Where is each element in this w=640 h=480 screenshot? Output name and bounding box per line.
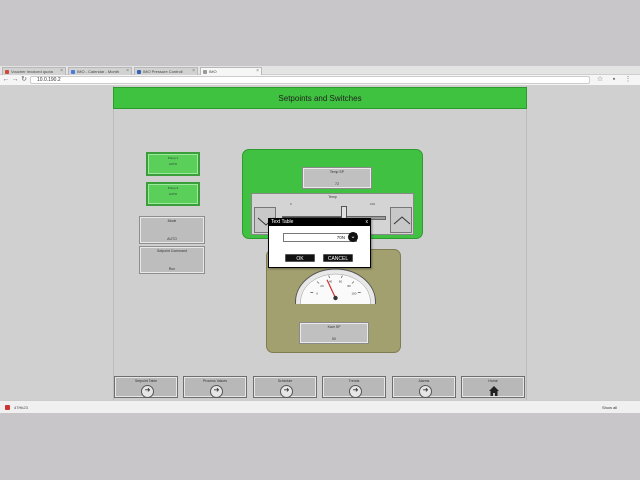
dialog-title: Text Table [269,219,370,226]
button-value: AUTO [167,237,177,241]
temp-sp-field[interactable]: Temp SP 72 [302,167,372,189]
tab-label: IMO - Calendar - Month [77,69,120,74]
arrow-icon: ➜ [349,385,362,398]
nav-label: Trends [348,379,360,383]
nav-setpoint-table-button[interactable]: Setpoint Table ➜ [114,376,178,398]
slider-max-label: 100 [370,202,376,206]
pump-1-toggle[interactable]: Pump 1 AUTO [146,152,200,176]
url-input[interactable]: 10.0.190.2 [30,76,590,84]
tab-favicon-icon [137,70,141,74]
toggle-label: Pump 2 [167,186,179,190]
tab-favicon-icon [71,70,75,74]
gauge-tick-label: 100 [351,292,356,296]
dialog-close-icon[interactable]: x [366,219,369,226]
nav-label: Schedule [277,379,293,383]
browser-tab-1[interactable]: Voucher Invoiced quota × [2,67,66,75]
nav-label: Home [488,379,498,383]
cancel-button[interactable]: CANCEL [323,254,353,262]
home-icon [489,386,499,396]
download-bar: 47Hk23 Show all [0,400,640,413]
dialog-value-input[interactable]: 70N [283,233,357,242]
star-icon[interactable]: ☆ [596,76,604,84]
pressure-gauge: 02040 6080100 [295,268,376,304]
slider-label: Temp [328,195,337,199]
nav-trends-button[interactable]: Trends ➜ [322,376,386,398]
button-value: Run [168,267,176,271]
button-label: Setpoint Command [157,249,187,253]
tab-close-icon[interactable]: × [192,68,195,75]
button-label: Mode [167,219,177,223]
forward-icon[interactable]: → [11,76,19,84]
menu-icon[interactable]: ⋮ [624,76,632,84]
tab-label: IMO Pressure Controll [143,69,183,74]
nav-home-button[interactable]: Home [461,376,525,398]
tab-close-icon[interactable]: × [60,68,63,75]
browser-tab-4[interactable]: IMO × [200,67,262,75]
tab-favicon-icon [203,70,207,74]
pump-2-toggle[interactable]: Pump 2 AUTO [146,182,200,206]
tab-label: Voucher Invoiced quota [11,69,53,74]
slider-min-label: 0 [290,202,292,206]
toggle-value: AUTO [168,162,178,166]
nav-label: Setpoint Table [134,379,158,383]
nav-alarms-button[interactable]: Alarms ➜ [392,376,456,398]
toggle-value: AUTO [168,192,178,196]
kam-sp-field[interactable]: Kam SP 50 [299,322,369,344]
slider-increase-button[interactable] [390,207,412,233]
arrow-icon: ➜ [419,385,432,398]
nav-schedule-button[interactable]: Schedule ➜ [253,376,317,398]
tab-close-icon[interactable]: × [126,68,129,75]
chevron-up-icon [393,216,411,225]
field-value: 50 [332,337,336,341]
nav-label: Process Values [202,379,228,383]
setpoint-command-button[interactable]: Setpoint Command Run [139,246,205,274]
show-all-link[interactable]: Show all [602,403,617,412]
address-bar: ← → ↻ 10.0.190.2 ☆ ▪ ⋮ [0,75,640,86]
nav-process-values-button[interactable]: Process Values ➜ [183,376,247,398]
tab-close-icon[interactable]: × [256,68,259,75]
field-label: Temp SP [329,170,345,174]
tab-bar: Voucher Invoiced quota × IMO - Calendar … [0,66,640,75]
arrow-icon: ➜ [210,385,223,398]
back-icon[interactable]: ← [2,76,10,84]
gauge-tick-label: 40 [329,279,333,283]
gauge-tick-label: 60 [339,279,343,283]
field-value: 72 [335,182,339,186]
download-item[interactable]: 47Hk23 [4,403,66,412]
browser-tab-3[interactable]: IMO Pressure Controll × [134,67,198,75]
dropdown-chevron-icon[interactable]: ⌄ [348,232,358,242]
gauge-tick-label: 20 [320,284,324,288]
download-filename: 47Hk23 [14,405,28,410]
toggle-label: Pump 1 [167,156,179,160]
extension-icon[interactable]: ▪ [610,76,618,84]
reload-icon[interactable]: ↻ [20,76,28,84]
text-table-dialog: Text Table x 70N ⌄ OK CANCEL [268,218,371,268]
tab-favicon-icon [5,70,9,74]
page-title: Setpoints and Switches [113,87,527,109]
file-icon [5,405,10,410]
field-label: Kam SP [327,325,341,329]
ok-button[interactable]: OK [285,254,315,262]
arrow-icon: ➜ [280,385,293,398]
browser-tab-2[interactable]: IMO - Calendar - Month × [68,67,132,75]
gauge-tick-label: 80 [347,284,351,288]
mode-button[interactable]: Mode AUTO [139,216,205,244]
tab-label: IMO [209,69,217,74]
nav-label: Alarms [418,379,430,383]
arrow-icon: ➜ [141,385,154,398]
